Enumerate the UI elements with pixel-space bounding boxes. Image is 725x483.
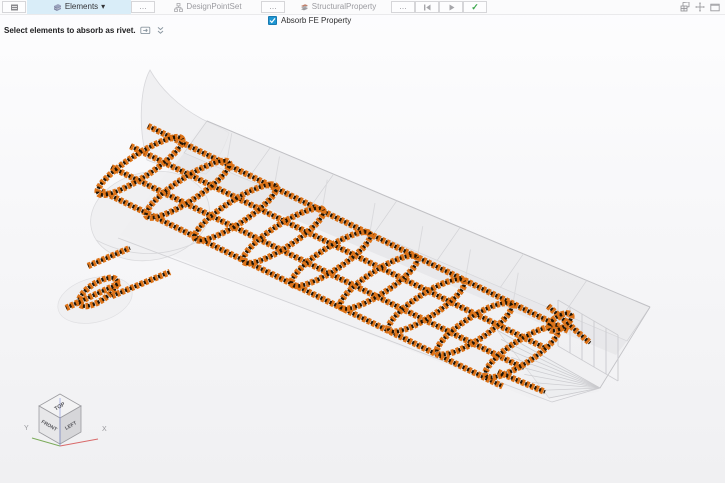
elements-more-button[interactable]: … <box>131 1 155 13</box>
application-window: Elements ▾ … DesignPointSet … Structural… <box>0 0 725 483</box>
designpointset-more-button[interactable]: … <box>261 1 285 13</box>
step-label: DesignPointSet <box>186 3 241 11</box>
next-step-button[interactable] <box>439 1 463 13</box>
selection-view-icon[interactable] <box>140 26 152 35</box>
step-label: Elements <box>65 3 98 11</box>
cue-prompt: Select elements to absorb as rivet. <box>4 26 165 35</box>
play-icon <box>447 3 456 12</box>
absorb-fe-property-label: Absorb FE Property <box>281 16 351 25</box>
step-tab-designpointset[interactable]: DesignPointSet <box>155 0 261 14</box>
expand-more-icon[interactable] <box>156 26 165 35</box>
multi-view-icon[interactable] <box>680 2 690 12</box>
view-controls <box>680 2 725 12</box>
step-tab-elements[interactable]: Elements ▾ <box>27 0 131 14</box>
skip-to-start-icon <box>422 3 432 12</box>
chevron-down-icon: ▾ <box>101 3 105 11</box>
panel-menu-button[interactable] <box>2 1 26 13</box>
design-point-set-icon <box>174 3 183 12</box>
elements-icon <box>53 3 62 12</box>
y-axis-label: Y <box>24 425 29 432</box>
pan-icon[interactable] <box>695 2 705 12</box>
maximize-icon[interactable] <box>710 3 720 12</box>
confirm-button[interactable]: ✓ <box>463 1 487 13</box>
step-label: StructuralProperty <box>312 3 376 11</box>
step-tab-structuralproperty[interactable]: StructuralProperty <box>285 0 391 14</box>
x-axis-label: X <box>102 426 107 433</box>
options-row: Absorb FE Property <box>268 16 351 25</box>
absorb-fe-property-checkbox[interactable] <box>268 16 277 25</box>
go-to-first-step-button[interactable] <box>415 1 439 13</box>
list-icon <box>10 3 19 12</box>
wizard-toolbar: Elements ▾ … DesignPointSet … Structural… <box>0 0 725 15</box>
structuralproperty-more-button[interactable]: … <box>391 1 415 13</box>
prompt-text: Select elements to absorb as rivet. <box>4 26 136 35</box>
structural-property-icon <box>300 3 309 12</box>
view-orientation-triad[interactable]: TOP FRONT LEFT Y X <box>8 386 118 468</box>
